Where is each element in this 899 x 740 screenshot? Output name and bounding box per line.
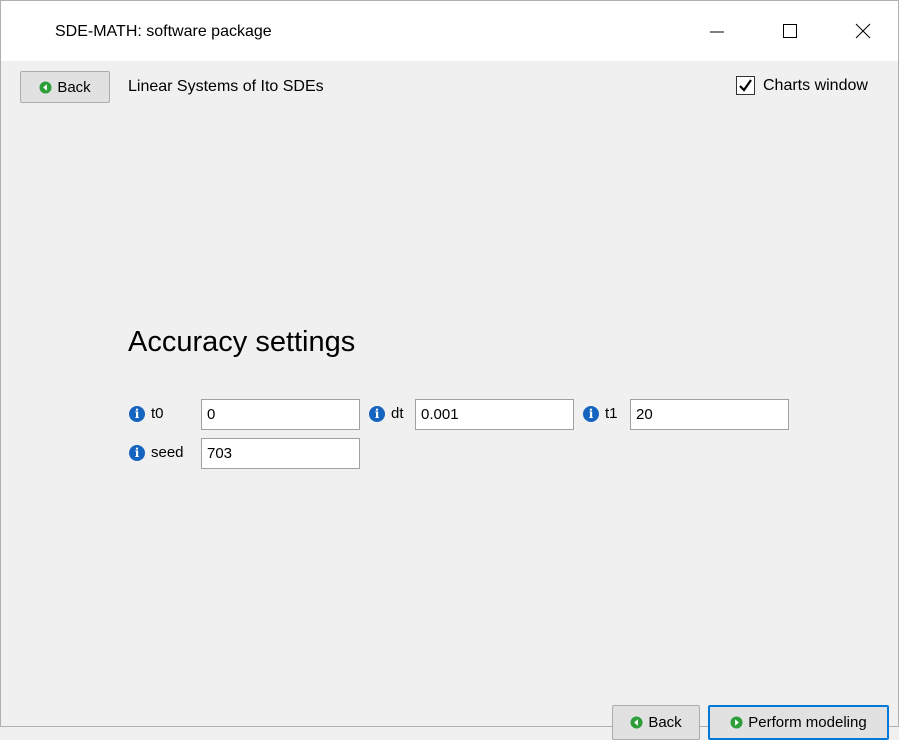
charts-window-label: Charts window	[763, 76, 868, 94]
field-label-text: seed	[151, 444, 184, 461]
close-button[interactable]	[827, 1, 899, 61]
charts-window-checkbox[interactable]: Charts window	[736, 76, 868, 95]
field-label-seed: i seed	[129, 444, 184, 461]
footer-back-label: Back	[648, 714, 682, 731]
perform-modeling-label: Perform modeling	[748, 714, 867, 731]
field-label-text: t1	[605, 405, 618, 422]
perform-modeling-button[interactable]: Perform modeling	[708, 705, 889, 740]
field-label-t0: i t0	[129, 405, 164, 422]
dt-input[interactable]	[415, 399, 574, 430]
info-icon[interactable]: i	[129, 444, 145, 461]
page-subtitle: Linear Systems of Ito SDEs	[128, 78, 324, 95]
info-icon[interactable]: i	[583, 405, 599, 422]
t1-input[interactable]	[630, 399, 789, 430]
info-icon[interactable]: i	[129, 405, 145, 422]
back-button-label: Back	[57, 78, 91, 96]
arrow-left-icon	[39, 80, 52, 94]
minimize-icon	[710, 31, 724, 33]
field-label-text: dt	[391, 405, 404, 422]
maximize-button[interactable]	[754, 1, 826, 61]
field-label-dt: i dt	[369, 405, 404, 422]
field-label-text: t0	[151, 405, 164, 422]
maximize-icon	[783, 24, 797, 38]
section-heading: Accuracy settings	[128, 326, 356, 358]
app-window: SDE-MATH: software package Back Linear S…	[0, 0, 899, 740]
window-title: SDE-MATH: software package	[55, 23, 272, 40]
minimize-button[interactable]	[681, 1, 753, 61]
arrow-left-icon	[630, 716, 643, 729]
close-icon	[855, 23, 871, 39]
checkbox-box[interactable]	[736, 76, 755, 95]
seed-input[interactable]	[201, 438, 360, 469]
field-label-t1: i t1	[583, 405, 618, 422]
footer-back-button[interactable]: Back	[612, 705, 700, 740]
t0-input[interactable]	[201, 399, 360, 430]
back-button[interactable]: Back	[20, 71, 110, 103]
title-bar: SDE-MATH: software package	[1, 1, 898, 61]
checkmark-icon	[739, 79, 752, 92]
info-icon[interactable]: i	[369, 405, 385, 422]
arrow-right-icon	[730, 716, 743, 729]
